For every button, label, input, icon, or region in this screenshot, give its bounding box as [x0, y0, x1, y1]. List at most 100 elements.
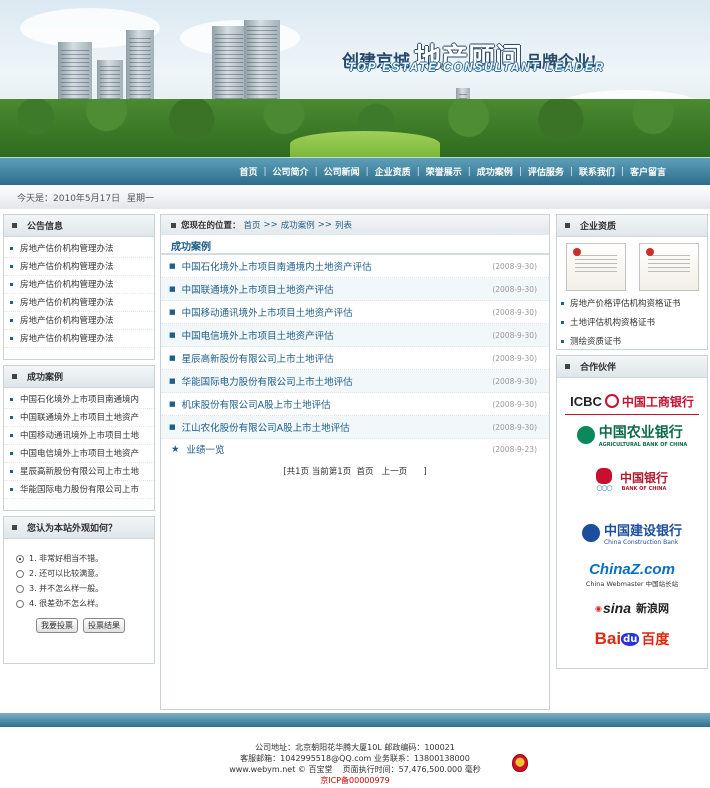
nav-news[interactable]: 公司新闻 — [318, 165, 366, 178]
pager-prev[interactable]: 上一页 — [382, 467, 408, 477]
article-title[interactable]: 星辰高新股份有限公司上市土地评估 — [182, 351, 493, 365]
footer-copyright[interactable]: www.webym.net © 百宝堂 — [229, 765, 332, 774]
square-bullet-icon — [171, 222, 176, 228]
radio-button[interactable] — [16, 569, 24, 578]
list-item[interactable]: 华能国际电力股份有限公司上市 — [4, 481, 154, 499]
chinaz-logo[interactable]: ChinaZ.com China Webmaster 中国站长站 — [557, 555, 707, 593]
article-row[interactable]: ■ 华能国际电力股份有限公司上市土地评估 (2008-9-30) — [161, 370, 549, 393]
square-bullet-icon — [12, 223, 17, 228]
baidu-logo[interactable]: Bai du 百度 — [557, 623, 707, 655]
list-item[interactable]: 中国电信境外上市项目土地资产 — [4, 445, 154, 463]
nav-guestbook[interactable]: 客户留言 — [624, 165, 672, 178]
pager-first[interactable]: 首页 — [357, 467, 374, 477]
list-item[interactable]: 中国联通境外上市项目土地资产 — [4, 409, 154, 427]
footer-runtime: www.webym.net © 百宝堂 页面执行时间：57,476,500.00… — [0, 764, 710, 775]
article-title[interactable]: 中国移动通讯境外上市项目土地资产评估 — [182, 305, 493, 319]
list-item[interactable]: 中国移动通讯境外上市项目土地 — [4, 427, 154, 445]
icbc-logo[interactable]: ICBC 中国工商银行 — [557, 388, 707, 414]
list-item[interactable]: 房地产估价机构管理办法 — [4, 258, 154, 276]
article-row[interactable]: ■ 江山农化股份有限公司A股上市土地评估 (2008-9-30) — [161, 416, 549, 439]
sina-cn: 新浪网 — [636, 602, 669, 615]
abc-cn: 中国农业银行 — [598, 425, 683, 441]
baidu-cn: 百度 — [641, 632, 670, 648]
breadcrumb-home[interactable]: 首页 — [244, 219, 261, 231]
certificate-images — [557, 237, 707, 295]
article-row[interactable]: ■ 中国电信境外上市项目土地资产评估 (2008-9-30) — [161, 324, 549, 347]
nav-about[interactable]: 公司简介 — [267, 165, 315, 178]
abc-logo[interactable]: 中国农业银行 AGRICULTURAL BANK OF CHINA — [557, 415, 707, 455]
article-row[interactable]: ■ 星辰高新股份有限公司上市土地评估 (2008-9-30) — [161, 347, 549, 370]
nav-home[interactable]: 首页 — [233, 165, 263, 178]
ccb-logo[interactable]: 中国建设银行 China Construction Bank — [557, 511, 707, 555]
bullet-icon: ■ — [169, 423, 176, 431]
pager-info: [共1页 当前第1页 — [283, 467, 352, 477]
article-title[interactable]: 中国联通境外上市项目土地资产评估 — [182, 282, 493, 296]
ccb-en: China Construction Bank — [603, 539, 679, 546]
article-date: (2008-9-30) — [492, 307, 537, 317]
radio-button[interactable] — [16, 584, 24, 593]
list-item[interactable]: 中国石化境外上市项目南通境内 — [4, 391, 154, 409]
cases-panel: 成功案例 中国石化境外上市项目南通境内 中国联通境外上市项目土地资产 中国移动通… — [3, 365, 155, 511]
abc-en: AGRICULTURAL BANK OF CHINA — [598, 442, 688, 448]
nav-contact[interactable]: 联系我们 — [573, 165, 621, 178]
nav-qualification[interactable]: 企业资质 — [369, 165, 417, 178]
list-item[interactable]: 房地产估价机构管理办法 — [4, 294, 154, 312]
icbc-cn: 中国工商银行 — [621, 394, 694, 409]
list-item[interactable]: 房地产估价机构管理办法 — [4, 276, 154, 294]
nav-cases[interactable]: 成功案例 — [471, 165, 519, 178]
article-row[interactable]: ■ 中国联通境外上市项目土地资产评估 (2008-9-30) — [161, 278, 549, 301]
performance-link[interactable]: 业绩一览 — [187, 442, 225, 456]
article-title[interactable]: 中国电信境外上市项目土地资产评估 — [182, 328, 493, 342]
list-item[interactable]: 房地产估价机构管理办法 — [4, 240, 154, 258]
performance-row[interactable]: ★ 业绩一览 (2008-9-23) — [161, 439, 549, 459]
radio-button[interactable] — [16, 554, 24, 563]
ccb-emblem-icon — [581, 524, 600, 542]
footer-icp[interactable]: 京ICP备00000979 — [0, 775, 710, 786]
list-item[interactable]: 土地评估机构资格证书 — [557, 314, 707, 333]
article-row[interactable]: ■ 中国移动通讯境外上市项目土地资产评估 (2008-9-30) — [161, 301, 549, 324]
article-title[interactable]: 机床股份有限公司A股上市土地评估 — [182, 397, 493, 411]
partners-panel: 合作伙伴 ICBC 中国工商银行 中国农业银行 AGRICULTURAL BAN… — [556, 355, 708, 669]
list-item[interactable]: 房地产估价机构管理办法 — [4, 312, 154, 330]
pagination: [共1页 当前第1页 首页 上一页 ] — [161, 465, 549, 477]
radio-button[interactable] — [16, 599, 24, 608]
breadcrumb: 您现在的位置： 首页 >> 成功案例 >> 列表 — [161, 215, 549, 235]
vote-option[interactable]: 4. 很差劲不怎么样。 — [16, 596, 154, 611]
abc-emblem-icon — [576, 426, 595, 444]
list-item[interactable]: 星辰高新股份有限公司上市土地 — [4, 463, 154, 481]
breadcrumb-cases[interactable]: 成功案例 — [281, 219, 315, 231]
vote-option[interactable]: 1. 非常好相当不错。 — [16, 551, 154, 566]
boc-olympic-logo[interactable]: ○○○ 中国银行 BANK OF CHINA — [557, 455, 707, 505]
nav-services[interactable]: 评估服务 — [522, 165, 570, 178]
qualification-list: 房地产价格评估机构资格证书 土地评估机构资格证书 测绘资质证书 — [557, 295, 707, 352]
vote-option[interactable]: 2. 还可以比较满意。 — [16, 566, 154, 581]
sina-logo[interactable]: ◉ sina 新浪网 — [557, 593, 707, 623]
vote-option[interactable]: 3. 并不怎么样一般。 — [16, 581, 154, 596]
nav-honors[interactable]: 荣誉展示 — [420, 165, 468, 178]
list-item[interactable]: 测绘资质证书 — [557, 333, 707, 352]
performance-date: (2008-9-23) — [492, 444, 537, 454]
article-title[interactable]: 江山农化股份有限公司A股上市土地评估 — [182, 420, 493, 434]
certificate-image[interactable] — [638, 243, 699, 291]
list-item[interactable]: 房地产估价机构管理办法 — [4, 330, 154, 348]
vote-button[interactable]: 我要投票 — [36, 618, 78, 633]
article-title[interactable]: 中国石化境外上市项目南通境内土地资产评估 — [182, 259, 493, 273]
vote-result-button[interactable]: 投票结果 — [83, 618, 125, 633]
breadcrumb-label: 您现在的位置： — [181, 221, 241, 231]
certificate-image[interactable] — [565, 243, 626, 291]
footer-address: 公司地址：北京朝阳花华腾大厦10L 邮政编码：100021 — [255, 743, 455, 752]
slogan-english: TOP ESTATE CONSULTANT LEADER — [348, 62, 606, 74]
chinaz-sub: China Webmaster 中国站长站 — [585, 579, 679, 588]
police-badge-icon[interactable] — [512, 754, 528, 772]
list-item[interactable]: 房地产价格评估机构资格证书 — [557, 295, 707, 314]
footer-exec-time: 页面执行时间：57,476,500.000 毫秒 — [342, 765, 481, 774]
baidu-en: Bai — [594, 629, 622, 648]
article-row[interactable]: ■ 中国石化境外上市项目南通境内土地资产评估 (2008-9-30) — [161, 255, 549, 278]
date-value: 2010年5月17日 — [53, 194, 121, 204]
beijing-emblem-icon — [595, 468, 612, 484]
article-title[interactable]: 华能国际电力股份有限公司上市土地评估 — [182, 374, 493, 388]
article-list: ■ 中国石化境外上市项目南通境内土地资产评估 (2008-9-30) ■ 中国联通境外… — [161, 255, 549, 439]
ccb-cn: 中国建设银行 — [603, 524, 682, 539]
footer-contact: 客服邮箱：1042995518@QQ.com 业务联系：13800138000 — [240, 754, 470, 763]
article-row[interactable]: ■ 机床股份有限公司A股上市土地评估 (2008-9-30) — [161, 393, 549, 416]
